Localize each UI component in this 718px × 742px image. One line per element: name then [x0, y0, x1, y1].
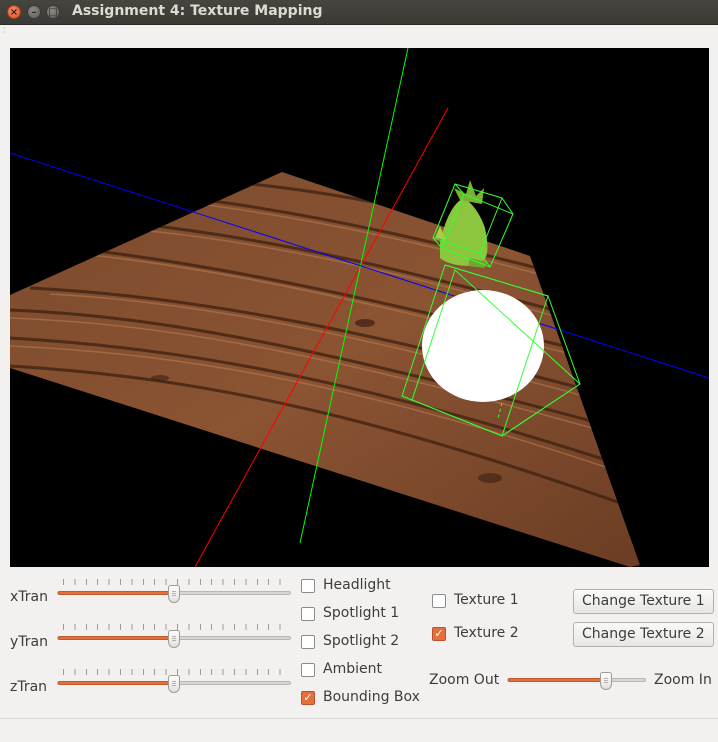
- headlight-label: Headlight: [323, 577, 391, 593]
- slider-fill: [58, 636, 174, 640]
- minimize-window-icon[interactable]: –: [27, 5, 41, 19]
- slider-fill: [508, 678, 606, 682]
- texture-1-checkbox[interactable]: [432, 594, 446, 608]
- change-texture-2-button[interactable]: Change Texture 2: [573, 622, 714, 647]
- title-bar: × – □ Assignment 4: Texture Mapping: [0, 0, 718, 25]
- spotlight-2-checkbox[interactable]: [301, 635, 315, 649]
- close-window-icon[interactable]: ×: [7, 5, 21, 19]
- texture-2-checkbox[interactable]: ✓: [432, 627, 446, 641]
- ztran-slider[interactable]: [57, 669, 291, 695]
- headlight-checkbox[interactable]: [301, 579, 315, 593]
- zoom-slider[interactable]: [507, 672, 646, 690]
- window-title: Assignment 4: Texture Mapping: [72, 3, 323, 19]
- sphere-model: [422, 290, 544, 402]
- change-texture-1-button[interactable]: Change Texture 1: [573, 589, 714, 614]
- spotlight-1-checkbox[interactable]: [301, 607, 315, 621]
- texture-2-label: Texture 2: [454, 625, 519, 641]
- toolbar-grip-icon: · ·: [3, 24, 6, 37]
- slider-handle[interactable]: [168, 585, 180, 603]
- texture-1-label: Texture 1: [454, 592, 519, 608]
- ytran-slider[interactable]: [57, 624, 291, 650]
- scene-render: [10, 48, 709, 567]
- gl-viewport[interactable]: [10, 48, 709, 567]
- bounding-box-label: Bounding Box: [323, 689, 420, 705]
- status-bar: [0, 718, 718, 742]
- spotlight-1-label: Spotlight 1: [323, 605, 400, 621]
- slider-handle[interactable]: [168, 630, 180, 648]
- xtran-label: xTran: [10, 589, 48, 605]
- slider-fill: [58, 591, 174, 595]
- zoom-in-label: Zoom In: [654, 672, 712, 688]
- dinosaur-model: [435, 180, 488, 268]
- maximize-window-icon[interactable]: □: [46, 5, 60, 19]
- ytran-label: yTran: [10, 634, 48, 650]
- bounding-box-checkbox[interactable]: ✓: [301, 691, 315, 705]
- slider-fill: [58, 681, 174, 685]
- ambient-checkbox[interactable]: [301, 663, 315, 677]
- xtran-slider[interactable]: [57, 579, 291, 605]
- spotlight-2-label: Spotlight 2: [323, 633, 400, 649]
- ztran-label: zTran: [10, 679, 48, 695]
- wood-plane: [10, 172, 640, 567]
- ambient-label: Ambient: [323, 661, 382, 677]
- zoom-out-label: Zoom Out: [429, 672, 500, 688]
- slider-handle[interactable]: [599, 672, 612, 690]
- slider-handle[interactable]: [168, 675, 180, 693]
